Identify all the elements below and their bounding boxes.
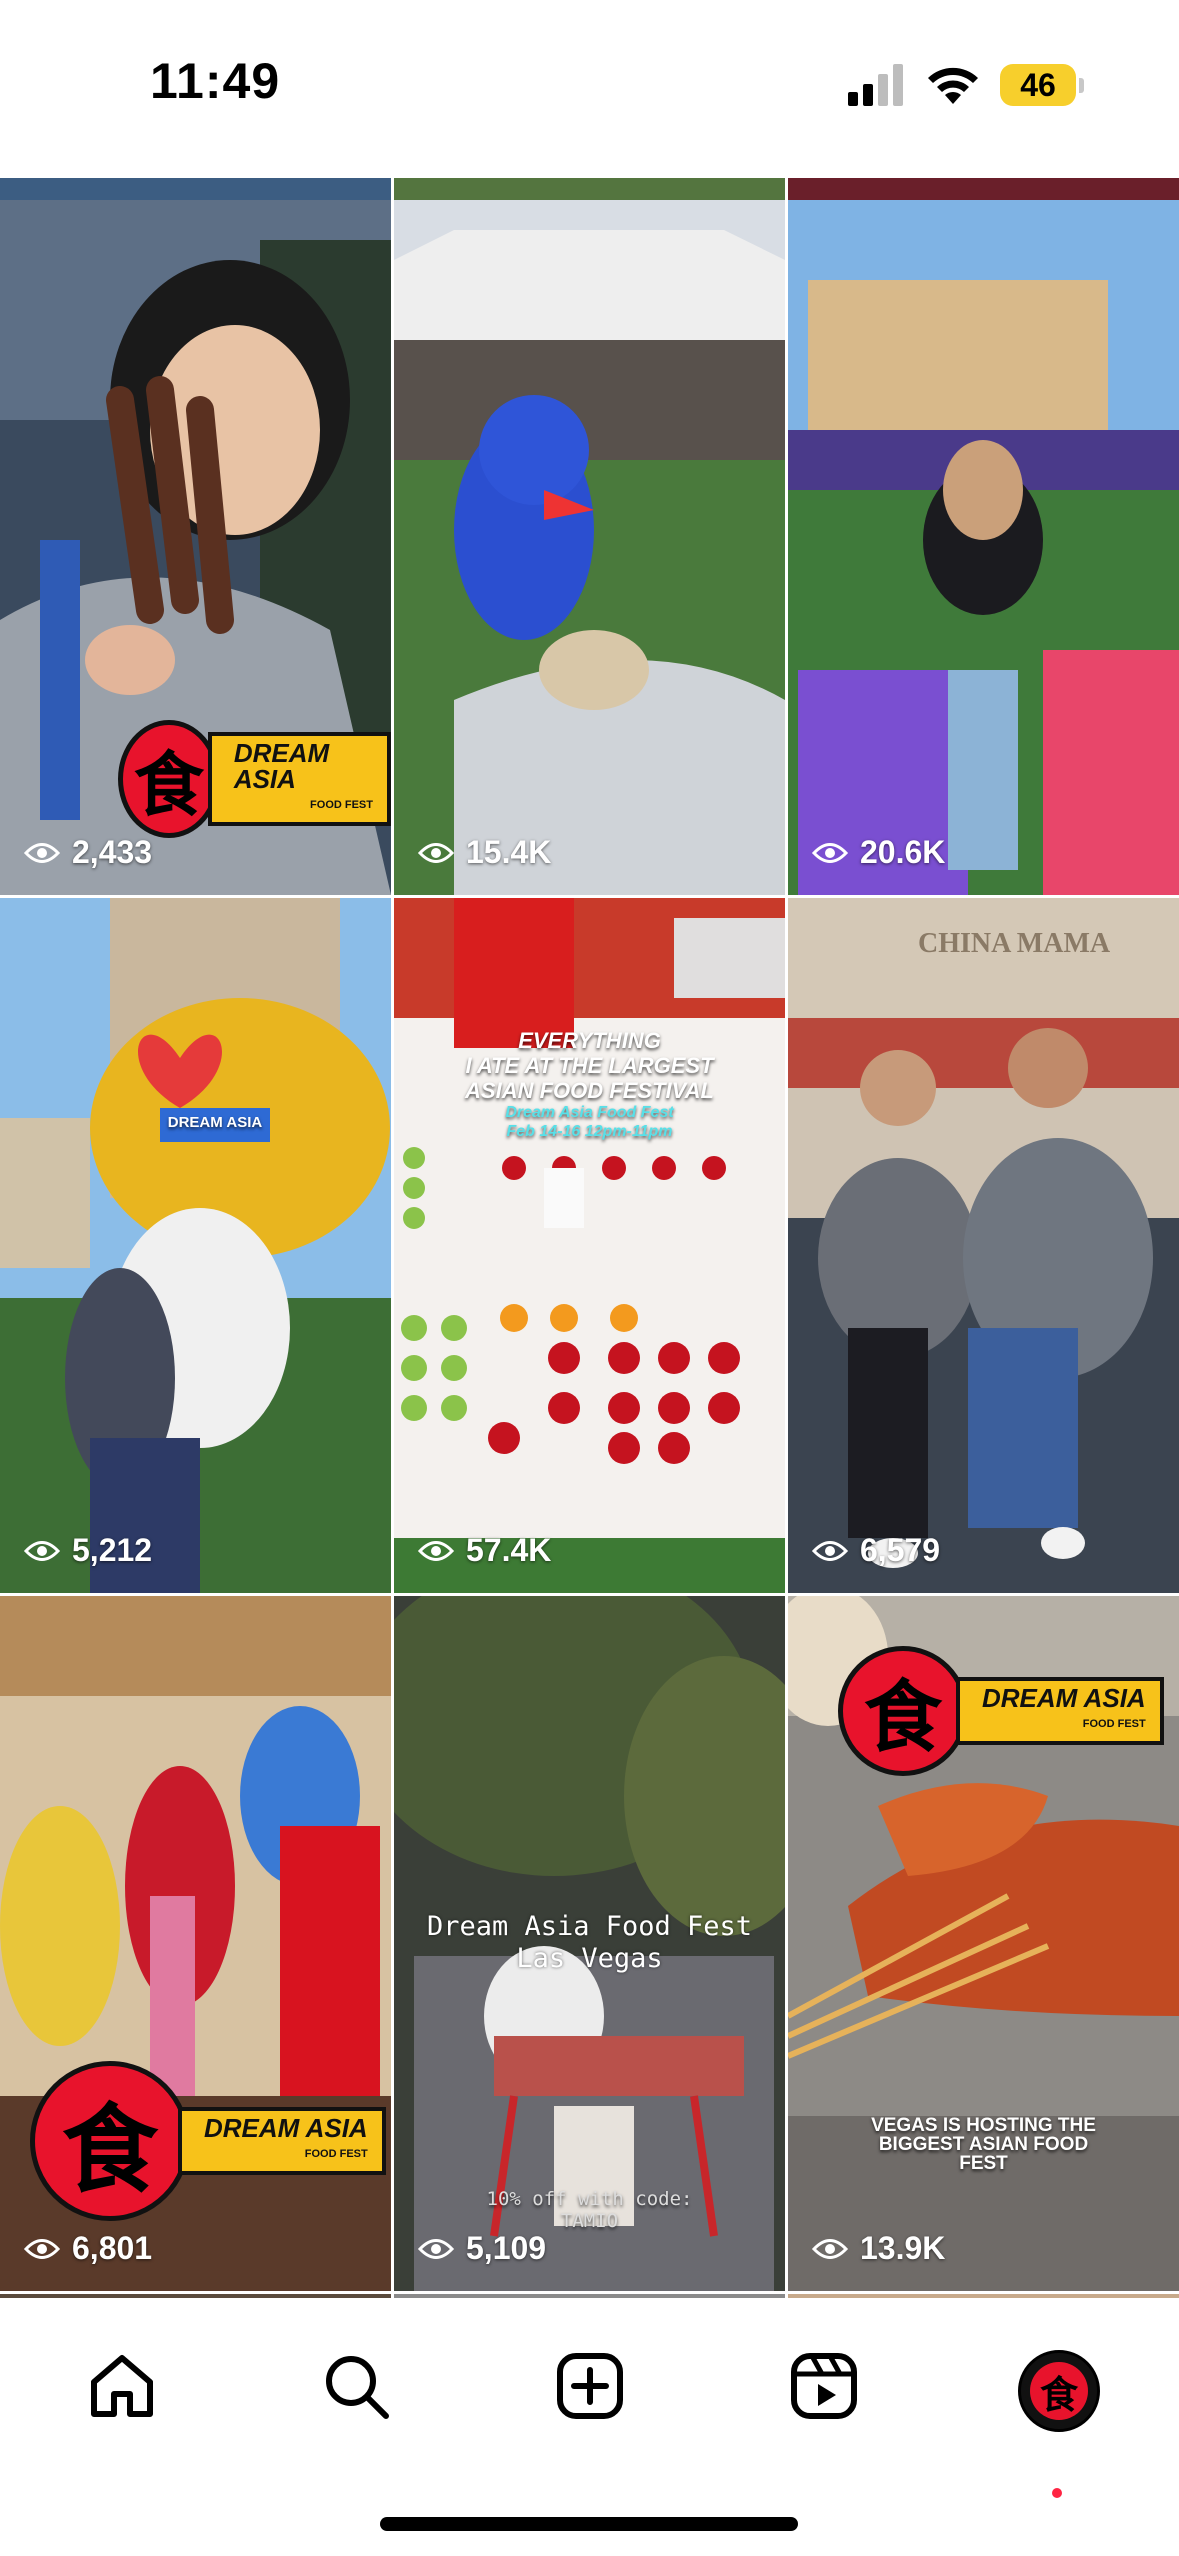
- post-overlay-caption: 10% off with code: TAMIO: [394, 2188, 785, 2232]
- post-image: [0, 898, 391, 1593]
- view-count: 6,801: [24, 2230, 152, 2267]
- dream-asia-logo: 食 DREAM ASIA FOOD FEST: [838, 1646, 1164, 1776]
- sign-text: DREAM ASIA: [167, 1114, 263, 1131]
- nav-home[interactable]: [82, 2346, 162, 2426]
- post-overlay-title: EVERYTHING I ATE AT THE LARGEST ASIAN FO…: [394, 1028, 785, 1141]
- overlay-line: 10% off with code:: [486, 2188, 693, 2210]
- post-thumbnail[interactable]: Dream Asia Food Fest Las Vegas 10% off w…: [394, 1596, 785, 2291]
- avatar-glyph: 食: [1030, 2362, 1088, 2420]
- logo-glyph: 食: [118, 720, 220, 838]
- view-count-text: 6,579: [860, 1532, 941, 1568]
- home-icon: [91, 2355, 153, 2417]
- view-count-text: 2,433: [72, 834, 153, 870]
- logo-text: DREAM ASIA: [204, 2113, 368, 2143]
- view-count-text: 20.6K: [860, 834, 946, 870]
- views-eye-icon: [812, 842, 848, 863]
- logo-subtext: FOOD FEST: [1082, 1718, 1146, 1730]
- overlay-line: FEST: [959, 2153, 1008, 2174]
- views-eye-icon: [418, 1540, 454, 1561]
- views-eye-icon: [24, 2238, 60, 2259]
- notification-dot: [1052, 2488, 1062, 2498]
- views-eye-icon: [812, 1540, 848, 1561]
- nav-create[interactable]: [550, 2346, 630, 2426]
- post-image: [394, 898, 785, 1593]
- views-eye-icon: [812, 2238, 848, 2259]
- post-thumbnail[interactable]: 食 DREAM ASIA FOOD FEST 6,801: [0, 1596, 391, 2291]
- create-post-icon: [557, 2353, 623, 2419]
- cellular-signal-icon: [848, 64, 903, 106]
- battery-tip: [1079, 78, 1084, 93]
- post-image: [788, 898, 1179, 1593]
- nav-reels[interactable]: [784, 2346, 864, 2426]
- overlay-line: TAMIO: [560, 2210, 619, 2232]
- logo-glyph: 食: [838, 1646, 968, 1776]
- overlay-line: ASIAN FOOD FESTIVAL: [465, 1078, 714, 1103]
- views-eye-icon: [24, 842, 60, 863]
- overlay-line: I ATE AT THE LARGEST: [465, 1053, 714, 1078]
- view-count-text: 5,212: [72, 1532, 153, 1568]
- logo-glyph: 食: [30, 2061, 190, 2221]
- wifi-icon: [928, 67, 978, 104]
- post-thumbnail[interactable]: EVERYTHING I ATE AT THE LARGEST ASIAN FO…: [394, 898, 785, 1593]
- profile-avatar[interactable]: 食: [1018, 2350, 1100, 2432]
- view-count: 15.4K: [418, 834, 551, 871]
- search-icon: [326, 2356, 389, 2419]
- dream-asia-logo: 食 DREAM ASIA FOOD FEST: [30, 2061, 386, 2221]
- post-image: [788, 200, 1179, 895]
- post-thumbnail[interactable]: 食 DREAM ASIA FOOD FEST VEGAS IS HOSTING …: [788, 1596, 1179, 2291]
- overlay-line: BIGGEST ASIAN FOOD: [878, 2134, 1089, 2155]
- status-time: 11:49: [150, 53, 281, 109]
- view-count-text: 15.4K: [466, 834, 552, 870]
- view-count: 5,109: [418, 2230, 546, 2267]
- post-image: [394, 200, 785, 895]
- logo-text: DREAM ASIA: [233, 738, 330, 794]
- partial-row-strip: [788, 178, 1179, 200]
- view-count: 20.6K: [812, 834, 945, 871]
- partial-row-strip: [394, 178, 785, 200]
- view-count: 6,579: [812, 1532, 940, 1569]
- post-overlay-title: Dream Asia Food Fest Las Vegas: [394, 1911, 785, 1975]
- overlay-line: VEGAS IS HOSTING THE: [871, 2115, 1096, 2136]
- view-count-text: 57.4K: [466, 1532, 552, 1568]
- logo-subtext: FOOD FEST: [310, 799, 373, 811]
- partial-row-strip: [0, 178, 391, 200]
- post-thumbnail[interactable]: 15.4K: [394, 200, 785, 895]
- dream-asia-logo: 食 DREAM ASIA FOOD FEST: [118, 720, 391, 838]
- overlay-line: Dream Asia Food Fest: [426, 1911, 753, 1942]
- overlay-line: Feb 14-16 12pm-11pm: [506, 1123, 673, 1140]
- view-count-text: 6,801: [72, 2230, 153, 2266]
- post-thumbnail[interactable]: CHINA MAMA 6,579: [788, 898, 1179, 1593]
- logo-text: DREAM ASIA: [982, 1683, 1146, 1713]
- post-overlay-caption: VEGAS IS HOSTING THE BIGGEST ASIAN FOOD …: [788, 2116, 1179, 2173]
- overlay-line: Las Vegas: [516, 1943, 663, 1974]
- view-count: 2,433: [24, 834, 152, 871]
- view-count: 57.4K: [418, 1532, 551, 1569]
- logo-subtext: FOOD FEST: [304, 2148, 368, 2160]
- status-bar: 11:49 46: [0, 0, 1179, 175]
- overlay-line: EVERYTHING: [518, 1028, 661, 1053]
- overlay-line: Dream Asia Food Fest: [505, 1104, 674, 1121]
- battery-icon: 46: [1000, 64, 1076, 106]
- reels-icon: [791, 2353, 857, 2419]
- logo-band: DREAM ASIA FOOD FEST: [207, 732, 391, 826]
- views-eye-icon: [418, 2238, 454, 2259]
- logo-band: DREAM ASIA FOOD FEST: [178, 2107, 386, 2175]
- views-eye-icon: [24, 1540, 60, 1561]
- view-count: 13.9K: [812, 2230, 945, 2267]
- view-count-text: 5,109: [466, 2230, 547, 2266]
- nav-search[interactable]: [316, 2346, 396, 2426]
- post-thumbnail[interactable]: 食 DREAM ASIA FOOD FEST 2,433: [0, 200, 391, 895]
- post-thumbnail[interactable]: DREAM ASIA 5,212: [0, 898, 391, 1593]
- view-count-text: 13.9K: [860, 2230, 946, 2266]
- post-thumbnail[interactable]: 20.6K: [788, 200, 1179, 895]
- posts-grid[interactable]: 食 DREAM ASIA FOOD FEST 2,433 15.4K 20.6K…: [0, 178, 1179, 2298]
- logo-band: DREAM ASIA FOOD FEST: [956, 1677, 1164, 1745]
- home-indicator[interactable]: [380, 2517, 798, 2531]
- sign-text: CHINA MAMA: [918, 928, 1111, 959]
- views-eye-icon: [418, 842, 454, 863]
- view-count: 5,212: [24, 1532, 152, 1569]
